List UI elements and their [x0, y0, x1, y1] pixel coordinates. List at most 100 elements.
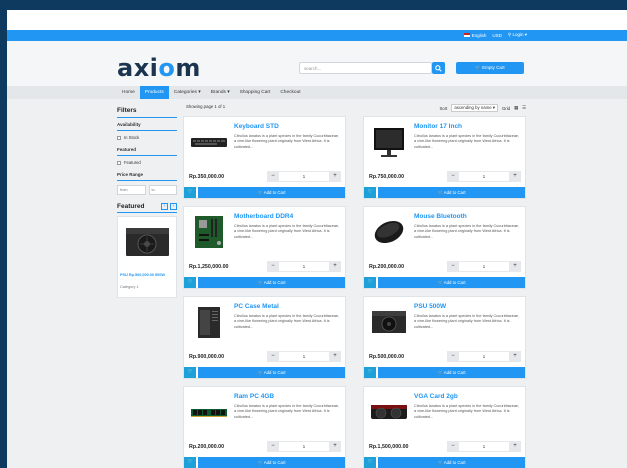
nav-item[interactable]: Brands ▾ [206, 86, 235, 99]
product-price: Rp.750,000.00 [369, 174, 405, 180]
featured-item-name[interactable]: PSU Rp.500,000.00 500W [120, 273, 176, 277]
product-description: Citrullus lanatus is a plant species in … [234, 134, 340, 149]
currency-selector[interactable]: USD [492, 33, 502, 38]
decrease-button[interactable]: − [267, 171, 279, 182]
product-price: Rp.1,250,000.00 [189, 264, 229, 270]
nav-item[interactable]: Categories ▾ [169, 86, 206, 99]
quantity-input[interactable]: 1 [459, 171, 509, 182]
featured-title: Featured [117, 203, 145, 210]
product-title[interactable]: Mouse Bluetooth [414, 213, 467, 220]
product-card[interactable]: Ram PC 4GB Citrullus lanatus is a plant s… [183, 386, 346, 468]
decrease-button[interactable]: − [267, 261, 279, 272]
increase-button[interactable]: + [509, 261, 521, 272]
quantity-input[interactable]: 1 [459, 351, 509, 362]
pccase-image[interactable] [189, 302, 229, 342]
wishlist-icon[interactable]: ♡ [364, 457, 376, 468]
checkbox[interactable] [117, 135, 121, 140]
add-to-cart-button[interactable]: 🛒 Add to Cart [198, 367, 345, 378]
quantity-input[interactable]: 1 [279, 261, 329, 272]
decrease-button[interactable]: − [447, 351, 459, 362]
cart-button[interactable]: 🛒 Empty Cart [456, 62, 524, 74]
quantity-input[interactable]: 1 [459, 441, 509, 452]
increase-button[interactable]: + [329, 351, 341, 362]
decrease-button[interactable]: − [447, 261, 459, 272]
add-to-cart-button[interactable]: 🛒 Add to Cart [378, 187, 525, 198]
decrease-button[interactable]: − [447, 171, 459, 182]
product-title[interactable]: VGA Card 2gb [414, 393, 458, 400]
product-title[interactable]: Ram PC 4GB [234, 393, 274, 400]
product-card[interactable]: Keyboard STD Citrullus lanatus is a plant… [183, 116, 346, 199]
monitor-image[interactable] [369, 122, 409, 162]
featured-product-card[interactable]: PSU Rp.500,000.00 500W Category 1 [117, 216, 177, 298]
search-input[interactable]: search... [299, 62, 432, 74]
product-card[interactable]: PC Case Metal Citrullus lanatus is a plan… [183, 296, 346, 379]
decrease-button[interactable]: − [267, 351, 279, 362]
nav-item[interactable]: Products [139, 86, 169, 99]
cart-icon: 🛒 [437, 190, 443, 195]
wishlist-icon[interactable]: ♡ [364, 367, 376, 378]
increase-button[interactable]: + [329, 441, 341, 452]
quantity-input[interactable]: 1 [279, 171, 329, 182]
product-title[interactable]: Monitor 17 Inch [414, 123, 462, 130]
product-card[interactable]: Motherboard DDR4 Citrullus lanatus is a p… [183, 206, 346, 289]
price-from-input[interactable]: from [117, 185, 146, 195]
product-title[interactable]: PC Case Metal [234, 303, 279, 310]
increase-button[interactable]: + [509, 441, 521, 452]
wishlist-icon[interactable]: ♡ [364, 277, 376, 288]
increase-button[interactable]: + [509, 171, 521, 182]
wishlist-icon[interactable]: ♡ [184, 457, 196, 468]
grid-view-icon[interactable]: ▦ [514, 105, 518, 111]
add-to-cart-button[interactable]: 🛒 Add to Cart [198, 187, 345, 198]
wishlist-icon[interactable]: ♡ [184, 277, 196, 288]
price-to-input[interactable]: to [148, 185, 177, 195]
checkbox[interactable] [117, 160, 121, 165]
product-card[interactable]: VGA Card 2gb Citrullus lanatus is a plant… [363, 386, 526, 468]
chevron-right-icon[interactable]: › [170, 203, 177, 210]
list-view-icon[interactable]: ☰ [522, 105, 526, 111]
vga-image[interactable] [369, 392, 409, 432]
chevron-left-icon[interactable]: ‹ [161, 203, 168, 210]
add-to-cart-button[interactable]: 🛒 Add to Cart [198, 277, 345, 288]
quantity-stepper: −1 + [447, 351, 521, 362]
product-title[interactable]: Keyboard STD [234, 123, 279, 130]
product-title[interactable]: PSU 500W [414, 303, 446, 310]
ram-image[interactable] [189, 392, 229, 432]
wishlist-icon[interactable]: ♡ [184, 367, 196, 378]
decrease-button[interactable]: − [447, 441, 459, 452]
mouse-image[interactable] [369, 212, 409, 252]
language-selector[interactable]: English [463, 33, 486, 38]
add-to-cart-button[interactable]: 🛒 Add to Cart [378, 277, 525, 288]
login-link[interactable]: ⚲ Login ▾ [508, 32, 527, 38]
featured-checkbox[interactable]: Featured [117, 160, 177, 165]
wishlist-icon[interactable]: ♡ [184, 187, 196, 198]
decrease-button[interactable]: − [267, 441, 279, 452]
increase-button[interactable]: + [329, 261, 341, 272]
product-card[interactable]: Mouse Bluetooth Citrullus lanatus is a pl… [363, 206, 526, 289]
cart-icon: 🛒 [257, 190, 263, 195]
increase-button[interactable]: + [329, 171, 341, 182]
product-card[interactable]: PSU 500W Citrullus lanatus is a plant spe… [363, 296, 526, 379]
product-title[interactable]: Motherboard DDR4 [234, 213, 293, 220]
keyboard-image[interactable] [189, 122, 229, 162]
search-button[interactable] [432, 62, 445, 74]
in-stock-checkbox[interactable]: In Stock [117, 135, 177, 140]
wishlist-icon[interactable]: ♡ [364, 187, 376, 198]
filters-title: Filters [117, 107, 137, 114]
nav-item[interactable]: Shopping Cart [235, 86, 276, 99]
product-card[interactable]: Monitor 17 Inch Citrullus lanatus is a pl… [363, 116, 526, 199]
quantity-input[interactable]: 1 [459, 261, 509, 272]
add-to-cart-button[interactable]: 🛒 Add to Cart [198, 457, 345, 468]
logo[interactable]: axiom [117, 54, 201, 82]
nav-item[interactable]: Checkout [275, 86, 305, 99]
user-icon: ⚲ [507, 32, 512, 37]
flag-icon [463, 33, 470, 38]
psu-image[interactable] [369, 302, 409, 342]
nav-item[interactable]: Home [117, 86, 140, 99]
sort-select[interactable]: ascending by name ▾ [451, 104, 498, 112]
quantity-input[interactable]: 1 [279, 351, 329, 362]
quantity-input[interactable]: 1 [279, 441, 329, 452]
motherboard-image[interactable] [189, 212, 229, 252]
increase-button[interactable]: + [509, 351, 521, 362]
add-to-cart-button[interactable]: 🛒 Add to Cart [378, 457, 525, 468]
add-to-cart-button[interactable]: 🛒 Add to Cart [378, 367, 525, 378]
